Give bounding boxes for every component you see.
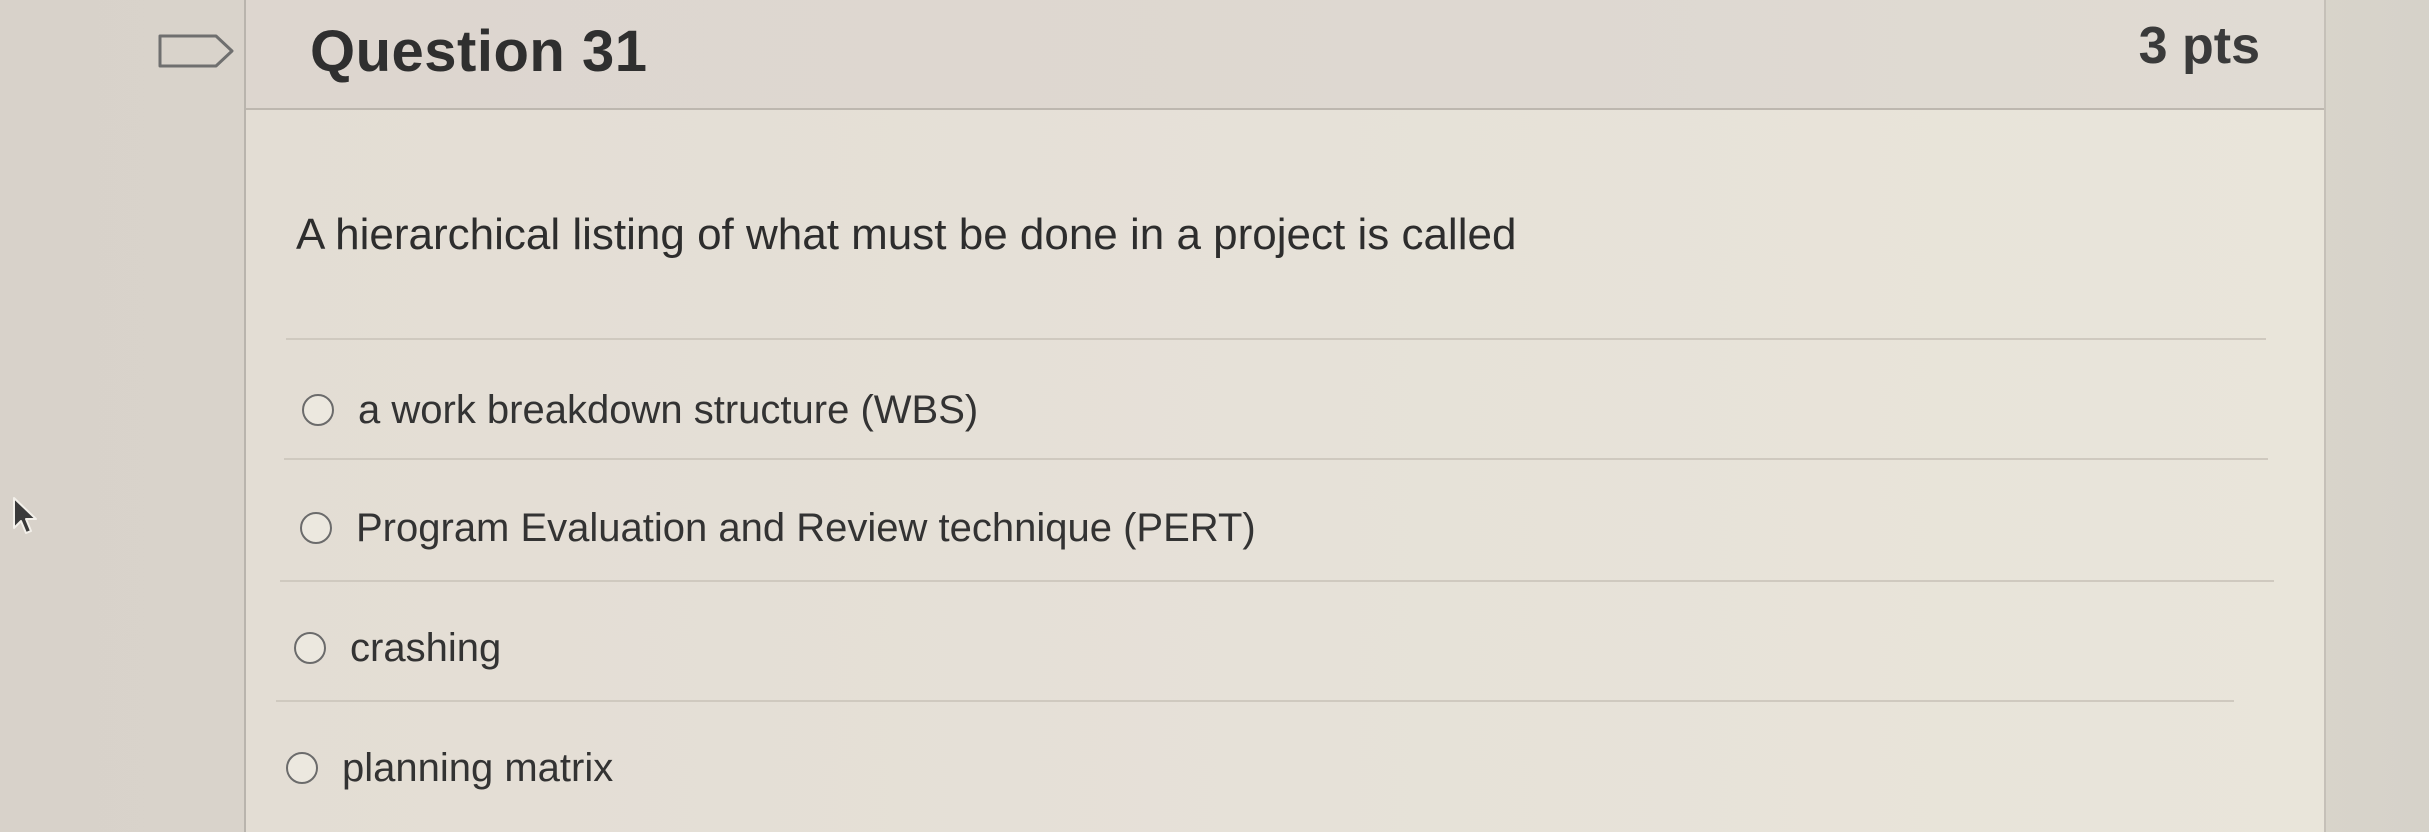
answer-divider <box>280 580 2274 582</box>
answer-option-4[interactable]: planning matrix <box>286 738 613 798</box>
radio-button[interactable] <box>300 512 332 544</box>
radio-button[interactable] <box>286 752 318 784</box>
answer-label[interactable]: Program Evaluation and Review technique … <box>356 506 1256 551</box>
question-card: Question 31 3 pts A hierarchical listing… <box>244 0 2326 832</box>
answer-option-3[interactable]: crashing <box>294 618 501 678</box>
question-header: Question 31 3 pts <box>246 0 2324 110</box>
radio-button[interactable] <box>302 394 334 426</box>
answer-option-2[interactable]: Program Evaluation and Review technique … <box>300 498 1256 558</box>
question-title: Question 31 <box>310 19 648 84</box>
answer-option-1[interactable]: a work breakdown structure (WBS) <box>302 380 978 440</box>
answer-label[interactable]: planning matrix <box>342 746 613 791</box>
answer-label[interactable]: crashing <box>350 626 501 671</box>
answer-label[interactable]: a work breakdown structure (WBS) <box>358 388 978 433</box>
radio-button[interactable] <box>294 632 326 664</box>
mouse-pointer-icon <box>13 497 37 534</box>
question-prompt: A hierarchical listing of what must be d… <box>296 210 1517 259</box>
answer-divider <box>284 458 2268 460</box>
question-points: 3 pts <box>2138 17 2260 75</box>
answer-divider <box>276 700 2234 702</box>
answer-divider <box>286 338 2266 340</box>
flag-question-icon[interactable] <box>158 34 236 68</box>
question-body: A hierarchical listing of what must be d… <box>246 110 2324 832</box>
